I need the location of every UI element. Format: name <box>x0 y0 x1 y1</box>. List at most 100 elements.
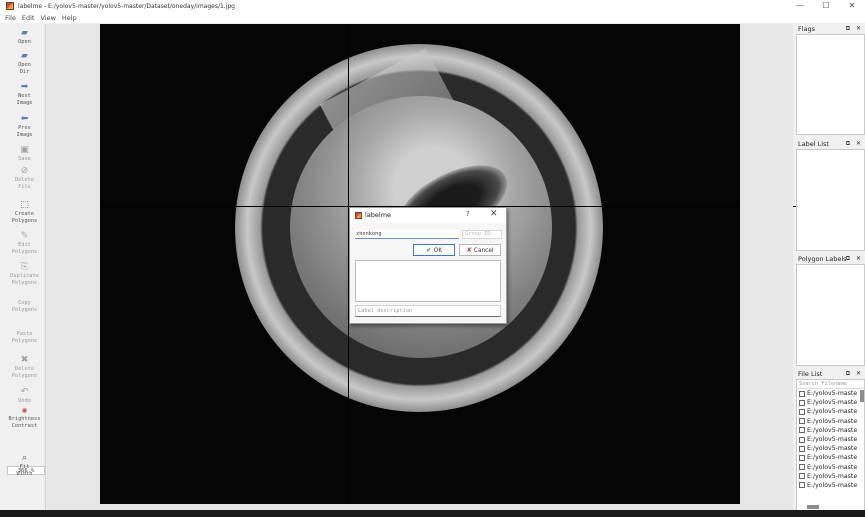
taskbar-strip <box>0 510 865 517</box>
menu-view[interactable]: View <box>40 14 55 22</box>
polygon-labels-panel[interactable] <box>796 264 865 366</box>
file-checkbox[interactable] <box>799 408 805 415</box>
maximize-button[interactable]: ☐ <box>813 0 839 12</box>
file-list-horizontal-scrollbar[interactable] <box>807 505 819 509</box>
dialog-label-list[interactable] <box>355 260 501 302</box>
file-checkbox[interactable] <box>799 473 805 480</box>
create-polygons-label: Create Polygons <box>11 211 38 224</box>
save-button[interactable]: ▣ Save <box>3 145 46 163</box>
prev-image-button[interactable]: ⬅ Prev Image <box>3 114 46 138</box>
tool-bar: ▰ Open ▰ Open Dir ➡ Next Image ⬅ Prev Im… <box>3 24 46 510</box>
file-list-item[interactable]: E:/yolov5-maste <box>797 389 864 398</box>
file-list-item[interactable]: E:/yolov5-maste <box>797 426 864 435</box>
label-list-panel[interactable] <box>796 149 865 251</box>
file-list-item[interactable]: E:/yolov5-maste <box>797 407 864 416</box>
duplicate-polygons-button[interactable]: ⎘ Duplicate Polygons <box>3 262 46 286</box>
zoom-icon: ⌕ <box>21 453 28 463</box>
open-button[interactable]: ▰ Open <box>3 28 46 46</box>
file-list: E:/yolov5-maste E:/yolov5-maste E:/yolov5-… <box>797 389 864 490</box>
file-path-label: E:/yolov5-maste <box>807 390 858 398</box>
close-button[interactable]: ✕ <box>839 0 865 12</box>
file-list-panel: Search Filename E:/yolov5-maste E:/yolov5… <box>796 379 865 511</box>
open-dir-button[interactable]: ▰ Open Dir <box>3 51 46 75</box>
menu-help[interactable]: Help <box>62 14 77 22</box>
flags-panel[interactable] <box>796 34 865 135</box>
file-list-item[interactable]: E:/yolov5-maste <box>797 463 864 472</box>
dialog-title-bar: labelme ? ✕ <box>350 208 506 223</box>
polygon-labels-dock-controls[interactable]: ⧉ ✕ <box>846 254 863 264</box>
minimize-button[interactable]: — <box>787 0 813 12</box>
file-checkbox[interactable] <box>799 390 805 397</box>
flags-dock-controls[interactable]: ⧉ ✕ <box>846 24 863 34</box>
file-list-item[interactable]: E:/yolov5-maste <box>797 398 864 407</box>
file-path-label: E:/yolov5-maste <box>807 445 858 453</box>
next-image-button[interactable]: ➡ Next Image <box>3 82 46 106</box>
flags-dock-header: Flags ⧉ ✕ <box>796 24 865 34</box>
group-id-input[interactable]: Group ID <box>462 230 502 239</box>
file-path-label: E:/yolov5-maste <box>807 454 858 462</box>
save-icon: ▣ <box>20 145 29 155</box>
file-checkbox[interactable] <box>799 445 805 452</box>
delete-file-icon: ⊘ <box>20 166 29 176</box>
label-name-input[interactable]: zhenkong <box>355 230 459 239</box>
app-icon <box>6 2 14 10</box>
save-label: Save <box>18 156 31 162</box>
label-list-dock-controls[interactable]: ⧉ ✕ <box>846 139 863 149</box>
window-title: labelme - E:/yolov5-master/yolov5-master… <box>18 2 235 10</box>
file-checkbox[interactable] <box>799 436 805 443</box>
file-list-item[interactable]: E:/yolov5-maste <box>797 435 864 444</box>
cancel-button[interactable]: ✘ Cancel <box>459 244 501 256</box>
prev-image-label: Prev Image <box>16 125 33 138</box>
file-list-dock-controls[interactable]: ⧉ ✕ <box>846 369 863 379</box>
fit-width-label: Fit Width <box>16 464 33 477</box>
ok-button[interactable]: ✔ OK <box>413 244 455 256</box>
paste-polygons-button[interactable]: Paste Polygons <box>3 331 46 344</box>
search-filename-input[interactable]: Search Filename <box>797 380 864 389</box>
next-image-label: Next Image <box>16 93 33 106</box>
folder-icon: ▰ <box>21 51 28 61</box>
brightness-contrast-button[interactable]: ✺ Brightness Contrast <box>3 407 46 429</box>
cancel-icon: ✘ <box>466 246 472 254</box>
file-path-label: E:/yolov5-maste <box>807 408 858 416</box>
delete-polygons-button[interactable]: ✖ Delete Polygons <box>3 355 46 379</box>
file-path-label: E:/yolov5-maste <box>807 472 858 480</box>
file-list-item[interactable]: E:/yolov5-maste <box>797 444 864 453</box>
copy-polygons-button[interactable]: Copy Polygons <box>3 300 46 313</box>
menu-edit[interactable]: Edit <box>22 14 35 22</box>
menu-file[interactable]: File <box>5 14 16 22</box>
delete-file-button[interactable]: ⊘ Delete File <box>3 166 46 190</box>
copy-polygons-label: Copy Polygons <box>11 300 38 313</box>
fit-width-button[interactable]: ⌕ Fit Width <box>3 453 46 477</box>
file-list-dock: File List ⧉ ✕ Search Filename E:/yolov5-… <box>796 369 865 511</box>
file-checkbox[interactable] <box>799 482 805 489</box>
file-checkbox[interactable] <box>799 427 805 434</box>
polygon-labels-dock-title: Polygon Labels <box>798 255 847 263</box>
edit-polygons-button[interactable]: ✎ Edit Polygons <box>3 231 46 255</box>
file-list-item[interactable]: E:/yolov5-maste <box>797 417 864 426</box>
file-checkbox[interactable] <box>799 464 805 471</box>
file-list-item[interactable]: E:/yolov5-maste <box>797 453 864 462</box>
duplicate-icon: ⎘ <box>20 262 29 272</box>
file-checkbox[interactable] <box>799 454 805 461</box>
dialog-close-button[interactable]: ✕ <box>490 209 498 219</box>
file-list-item[interactable]: E:/yolov5-maste <box>797 472 864 481</box>
dialog-help-button[interactable]: ? <box>466 210 470 218</box>
label-description-input[interactable]: Label description <box>355 305 501 317</box>
delete-file-label: Delete File <box>14 177 35 190</box>
file-checkbox[interactable] <box>799 399 805 406</box>
undo-button[interactable]: ↶ Undo <box>3 387 46 405</box>
menu-bar: File Edit View Help <box>0 12 865 23</box>
brightness-icon: ✺ <box>21 407 28 415</box>
create-polygons-button[interactable]: ⬚ Create Polygons <box>3 200 46 224</box>
file-checkbox[interactable] <box>799 418 805 425</box>
file-path-label: E:/yolov5-maste <box>807 463 858 471</box>
dialog-app-icon <box>355 212 362 219</box>
file-list-item[interactable]: E:/yolov5-maste <box>797 481 864 490</box>
label-list-dock: Label List ⧉ ✕ <box>796 139 865 251</box>
file-path-label: E:/yolov5-maste <box>807 436 858 444</box>
cancel-label: Cancel <box>473 248 494 254</box>
polygon-icon: ⬚ <box>20 200 29 210</box>
arrow-right-icon: ➡ <box>20 82 29 92</box>
file-list-scrollbar[interactable] <box>860 390 864 402</box>
file-list-dock-title: File List <box>798 370 823 378</box>
